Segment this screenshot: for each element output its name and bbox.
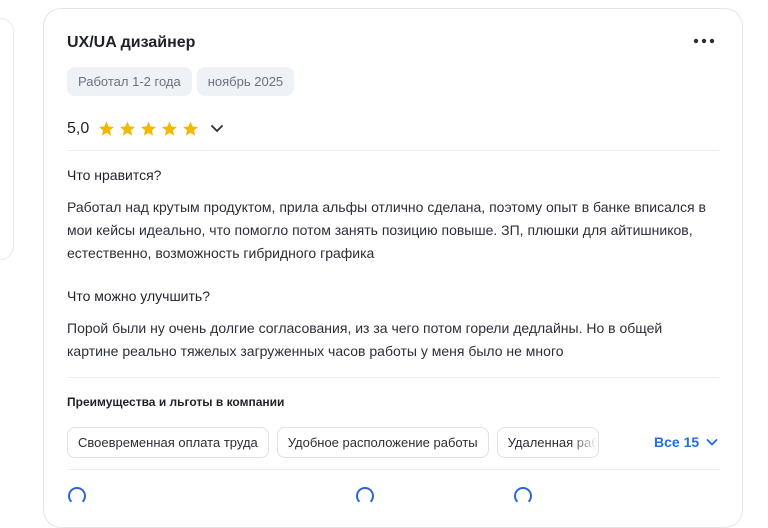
divider — [67, 469, 719, 470]
chevron-down-icon[interactable] — [210, 124, 224, 134]
tag-experience: Работал 1-2 года — [67, 67, 192, 96]
divider — [67, 377, 719, 378]
benefit-chip: Удобное расположение работы — [276, 427, 489, 458]
show-all-label: Все 15 — [654, 434, 700, 450]
show-all-benefits-link[interactable]: Все 15 — [654, 434, 718, 450]
review-title: UX/UA дизайнер — [67, 34, 196, 51]
more-icon[interactable] — [692, 33, 716, 49]
star-icon — [183, 121, 199, 136]
star-icon — [141, 121, 157, 136]
likes-text: Работал над крутым продуктом, прила альф… — [67, 199, 706, 261]
chevron-down-icon — [706, 438, 718, 446]
divider — [67, 150, 719, 151]
star-icon — [120, 121, 136, 136]
star-icon — [162, 121, 178, 136]
benefits-title: Преимущества и льготы в компании — [67, 395, 285, 409]
improve-text: Порой были ну очень долгие согласования,… — [67, 320, 663, 359]
rating-row[interactable]: 5,0 — [67, 119, 224, 139]
tag-date: ноябрь 2025 — [196, 67, 295, 96]
benefit-chip: Своевременная оплата труда — [67, 427, 269, 458]
review-card: UX/UA дизайнер Работал 1-2 года ноябрь 2… — [43, 8, 743, 528]
star-icon — [99, 121, 115, 136]
action-icon[interactable] — [514, 487, 532, 505]
rating-value: 5,0 — [67, 120, 90, 137]
benefits-chips: Своевременная оплата труда Удобное распо… — [67, 427, 599, 458]
benefit-chip: Удаленная работа — [496, 427, 599, 458]
improve-title: Что можно улучшить? — [67, 288, 210, 304]
review-tags: Работал 1-2 года ноябрь 2025 — [67, 67, 295, 96]
likes-title: Что нравится? — [67, 167, 162, 183]
bottom-actions — [44, 487, 742, 507]
left-panel — [0, 18, 14, 260]
action-icon[interactable] — [356, 487, 374, 505]
action-icon[interactable] — [68, 487, 86, 505]
